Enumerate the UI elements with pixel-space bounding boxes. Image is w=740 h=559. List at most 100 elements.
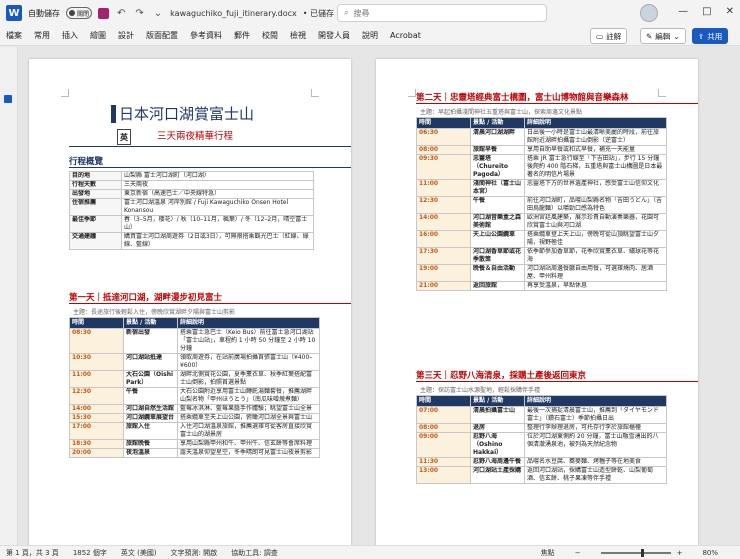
minimize-button[interactable]: — [678, 6, 688, 17]
overview-label: 目的地 [69, 171, 122, 181]
detail-cell: 享用山梨縣甲州和牛、甲州牛、信玄餅等會席料理 [177, 439, 320, 449]
crop-mark [408, 89, 416, 97]
ribbon-tab[interactable]: 校閱 [262, 30, 278, 41]
ribbon-tab[interactable]: 版面配置 [146, 30, 178, 41]
ribbon-tab[interactable]: 參考資料 [190, 30, 222, 41]
table-header: 景點 / 活動 [123, 317, 178, 329]
table-row: 12:30 午餐 大石公園附近享用富士山餺飥湯麵套餐，推薦湖畔山梨名物「甲州ほうとう… [69, 387, 320, 405]
table-header: 詳細說明 [524, 395, 667, 407]
crop-mark [311, 89, 319, 97]
detail-cell: 再享受溫泉，早點休息 [524, 281, 667, 291]
detail-cell: 最後一次捕捉清晨富士山，推薦到「ダイヤモンド富士」（鑽石富士）季節拍攝日出 [524, 406, 667, 424]
close-button[interactable]: ✕ [726, 6, 734, 17]
word-count[interactable]: 1852 個字 [73, 548, 107, 558]
time-cell: 11:00 [416, 179, 471, 197]
page-count[interactable]: 第 1 頁，共 3 頁 [6, 548, 59, 558]
activity-cell: 夜泡溫泉 [123, 448, 178, 458]
day2-divider [416, 103, 698, 104]
ribbon-tab[interactable]: 檢視 [290, 30, 306, 41]
crop-mark [658, 89, 666, 97]
day1-table: 時間 景點 / 活動 詳細說明 08:30 新宿出發 搭乘富士急巴士（Keio Bus）… [69, 317, 320, 458]
pencil-icon: ✎ [646, 31, 653, 41]
table-row: 19:00 晚餐＆自由活動 河口湖站周邊餐廳自由用餐，可選擇燒肉、居酒屋、甲州料理 [416, 264, 667, 282]
comment-button[interactable]: ▭ 註解 [590, 28, 628, 44]
overview-label: 最佳季節 [69, 215, 122, 233]
table-header: 景點 / 活動 [470, 117, 525, 129]
maximize-button[interactable]: □ [702, 6, 711, 17]
table-row: 17:00 旅館入住 入住河口湖溫泉旅館，推薦選擇可從客房直接欣賞富士山的湖景房 [69, 422, 320, 440]
activity-cell: 旅館早餐 [470, 145, 525, 155]
zoom-level[interactable]: 80% [702, 549, 718, 557]
vertical-scrollbar[interactable] [734, 47, 740, 545]
detail-cell: 歐洲宮廷風建築，展示珍貴自動演奏樂器，花園可欣賞富士山與河口湖 [524, 213, 667, 231]
activity-cell: 河口湖站土產採購 [470, 466, 525, 484]
ribbon-tab[interactable]: Acrobat [390, 31, 421, 40]
overview-row: 目的地 山梨縣 富士河口湖町（河口湖） [69, 171, 314, 181]
day3-heading: 第三天｜忍野八海清泉，採購土產後返回東京 [416, 371, 587, 381]
overview-row: 住宿推薦 富士河口湖溫泉 河岸別館 / Fuji Kawaguchiko Onse… [69, 198, 314, 216]
activity-cell: 河口湖站抵達 [123, 353, 178, 371]
ribbon-tab[interactable]: 說明 [362, 30, 378, 41]
ribbon-tabs: 檔案 常用 插入 繪圖 設計 版面配置 參考資料 郵件 校閱 檢視 開發人員 說明 Acrobat [0, 26, 740, 46]
time-cell: 12:30 [416, 196, 471, 214]
language-badge: 英 [117, 129, 131, 145]
time-cell: 21:00 [416, 281, 471, 291]
zoom-slider[interactable] [600, 549, 671, 557]
activity-cell: 河口湖音樂盒之森美術館 [470, 213, 525, 231]
chevron-down-icon: ⌄ [673, 31, 680, 41]
detail-cell: 返回河口湖站，採購富士山造型餅乾、山梨葡萄酒、信玄餅、桃子果凍等伴手禮 [524, 466, 667, 484]
time-cell: 17:00 [69, 422, 124, 440]
time-cell: 08:00 [416, 423, 471, 433]
document-canvas[interactable]: 日本河口湖賞富士山 英 三天兩夜精華行程 行程概覽 目的地 山梨縣 富士河口湖町（… [18, 47, 734, 545]
day1-theme: 主題：長途旅行後輕鬆入住，傍晚欣賞湖畔夕陽與富士山剪影 [73, 309, 236, 316]
ribbon-tab[interactable]: 插入 [62, 30, 78, 41]
time-cell: 16:00 [416, 230, 471, 248]
detail-cell: 依季節參加香草節，花季欣賞薰衣草、繡球花等花海 [524, 247, 667, 265]
ribbon-tab[interactable]: 開發人員 [318, 30, 350, 41]
accessibility-status[interactable]: 協助工具: 調查 [231, 548, 278, 558]
undo-icon[interactable]: ↶ [115, 8, 127, 19]
detail-cell: 搭乘纜車登上天上山，傍晚可從山頂眺望富士山夕陽，視野極佳 [524, 230, 667, 248]
table-row: 08:30 新宿出發 搭乘富士急巴士（Keio Bus）前往富士急河口湖站「富士山站… [69, 328, 320, 354]
ribbon-tab[interactable]: 檔案 [6, 30, 22, 41]
time-cell: 09:30 [416, 154, 471, 180]
autosave-toggle[interactable]: 關閉 [66, 7, 92, 19]
redo-icon[interactable]: ↷ [133, 8, 145, 19]
time-cell: 07:00 [416, 406, 471, 424]
activity-cell: 河口湖香草節或花季散策 [470, 247, 525, 265]
time-cell: 20:00 [69, 448, 124, 458]
table-row: 20:00 夜泡溫泉 露天溫泉仰望星空，冬季晴朗可見富士山夜景剪影 [69, 448, 320, 458]
table-row: 08:00 退房 整理行李辦理退房，可托存行李於旅館櫃檯 [416, 423, 667, 433]
ribbon-tab[interactable]: 常用 [34, 30, 50, 41]
day1-divider [69, 303, 351, 304]
save-icon[interactable] [98, 7, 109, 19]
overview-label: 住宿推薦 [69, 198, 122, 216]
time-cell: 11:30 [416, 457, 471, 467]
time-cell: 12:30 [69, 387, 124, 405]
ribbon-tab[interactable]: 郵件 [234, 30, 250, 41]
chevron-down-icon[interactable]: ⌄ [152, 8, 164, 19]
ribbon-tab[interactable]: 繪圖 [90, 30, 106, 41]
share-button[interactable]: ⇪ 共用 [692, 28, 729, 44]
avatar[interactable] [640, 4, 658, 22]
zoom-slider-knob[interactable] [640, 549, 644, 557]
detail-cell: 河口湖站周邊餐廳自由用餐，可選擇燒肉、居酒屋、甲州料理 [524, 264, 667, 282]
crop-mark [61, 89, 69, 97]
plus-icon[interactable]: + [677, 549, 683, 557]
focus-button[interactable]: 焦點 [541, 548, 555, 558]
activity-cell: 忠靈塔（Chureito Pagoda） [470, 154, 525, 180]
day2-theme: 主題：早起拍攝淺間神社五重塔與富士山，探索周邊文化景點 [420, 109, 583, 116]
search-box[interactable]: ⌕ 搜尋 [337, 4, 547, 22]
document-page-1[interactable]: 日本河口湖賞富士山 英 三天兩夜精華行程 行程概覽 目的地 山梨縣 富士河口湖町（… [29, 59, 351, 545]
minus-icon[interactable]: − [575, 549, 581, 557]
comment-icon: ▭ [596, 31, 604, 41]
table-row: 09:30 忠靈塔（Chureito Pagoda） 搭乘 JR 富士急行線至「下吉… [416, 154, 667, 180]
table-header: 時間 [69, 317, 124, 329]
ribbon-tab[interactable]: 設計 [118, 30, 134, 41]
table-row: 17:30 河口湖香草節或花季散策 依季節參加香草節，花季欣賞薰衣草、繡球花等花海 [416, 247, 667, 265]
document-page-2[interactable]: 第二天｜忠靈塔經典富士構圖，富士山博物館與音樂森林 主題：早起拍攝淺間神社五重塔… [376, 59, 698, 545]
overview-value: 東京新宿（高速巴士／中央線特急） [121, 189, 314, 199]
text-prediction-status[interactable]: 文字預測: 開啟 [171, 548, 218, 558]
language-status[interactable]: 英文 (美國) [121, 548, 157, 558]
edit-mode-button[interactable]: ✎ 編輯 ⌄ [640, 28, 686, 44]
